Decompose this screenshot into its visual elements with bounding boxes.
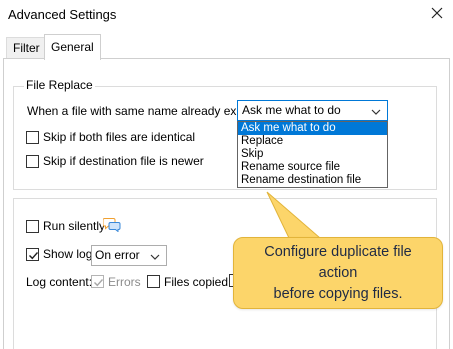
run-silently-label: Run silently bbox=[43, 219, 106, 233]
log-content-label: Log content: bbox=[26, 275, 93, 289]
window-title: Advanced Settings bbox=[8, 7, 117, 22]
title-bar: Advanced Settings bbox=[0, 0, 453, 31]
skip-newer-checkbox[interactable] bbox=[26, 155, 39, 168]
show-log-label: Show log bbox=[43, 247, 93, 261]
tooltip-line-1: Configure duplicate file action bbox=[264, 243, 412, 281]
show-log-value: On error bbox=[95, 248, 140, 262]
skip-identical-checkbox[interactable] bbox=[26, 131, 39, 144]
checkmark-icon bbox=[94, 279, 104, 287]
option-replace[interactable]: Replace bbox=[238, 135, 387, 148]
option-skip[interactable]: Skip bbox=[238, 148, 387, 161]
duplicate-action-label: When a file with same name already exist… bbox=[27, 104, 258, 118]
option-ask-me[interactable]: Ask me what to do bbox=[238, 122, 387, 135]
show-log-select[interactable]: On error bbox=[91, 245, 167, 266]
checkmark-icon bbox=[29, 252, 39, 260]
chevron-down-icon bbox=[150, 249, 160, 268]
files-copied-label: Files copied bbox=[164, 275, 229, 289]
run-silently-checkbox[interactable] bbox=[26, 220, 39, 233]
skip-identical-label: Skip if both files are identical bbox=[43, 130, 196, 144]
duplicate-action-dropdown: Ask me what to do Replace Skip Rename so… bbox=[237, 121, 388, 188]
option-rename-source[interactable]: Rename source file bbox=[238, 161, 387, 174]
file-replace-legend: File Replace bbox=[24, 78, 95, 92]
tooltip-line-2: before copying files. bbox=[273, 285, 403, 302]
files-copied-checkbox[interactable] bbox=[147, 275, 160, 288]
close-icon[interactable] bbox=[429, 5, 445, 21]
chat-bubbles-icon bbox=[102, 216, 121, 235]
show-log-checkbox[interactable] bbox=[26, 248, 39, 261]
duplicate-action-value: Ask me what to do bbox=[242, 103, 341, 117]
skip-newer-label: Skip if destination file is newer bbox=[43, 154, 204, 168]
tab-general[interactable]: General bbox=[44, 34, 101, 60]
duplicate-action-select[interactable]: Ask me what to do bbox=[237, 100, 388, 121]
tab-filter[interactable]: Filter bbox=[6, 37, 47, 59]
option-rename-destination[interactable]: Rename destination file bbox=[238, 174, 387, 187]
errors-label: Errors bbox=[108, 275, 141, 289]
tooltip-callout: Configure duplicate file action before c… bbox=[233, 237, 443, 309]
errors-checkbox[interactable] bbox=[91, 275, 104, 288]
